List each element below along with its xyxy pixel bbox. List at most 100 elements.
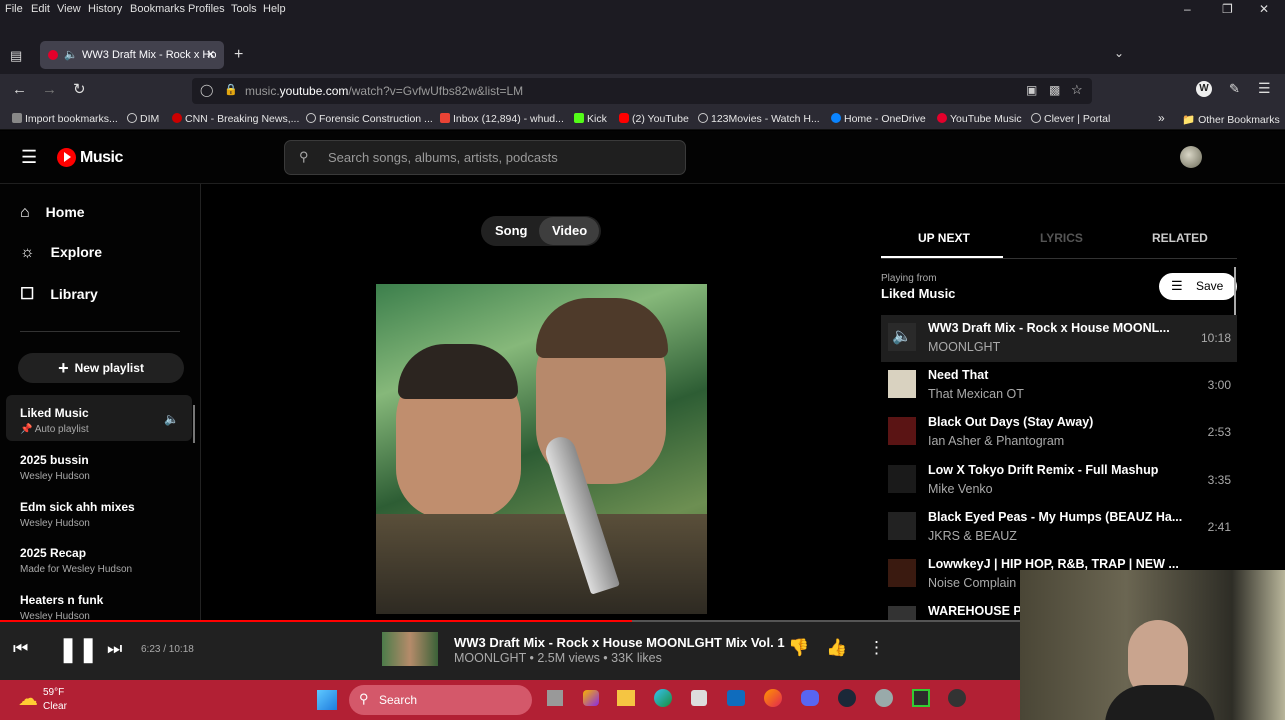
lock-icon[interactable]: 🔒 — [224, 83, 238, 96]
bookmark-other[interactable]: 📁 Other Bookmarks — [1182, 113, 1280, 126]
bookmark-ytmusic[interactable]: YouTube Music — [937, 113, 1022, 125]
firefox-icon[interactable] — [764, 689, 782, 707]
hamburger-menu-icon[interactable]: ☰ — [1258, 80, 1271, 97]
queue-item-artist[interactable]: JKRS & BEAUZ — [928, 529, 1017, 543]
tab-lyrics[interactable]: LYRICS — [1040, 231, 1083, 245]
playlist-liked-music[interactable]: Liked Music 📌 Auto playlist — [20, 406, 89, 435]
tab-list-chevron-icon[interactable]: ⌄ — [1114, 46, 1124, 60]
close-window-icon[interactable]: ✕ — [1259, 2, 1269, 16]
settings-icon[interactable] — [875, 689, 893, 707]
playing-from-source[interactable]: Liked Music — [881, 286, 955, 301]
windows-start-icon[interactable] — [317, 690, 337, 710]
bookmark-star-icon[interactable]: ☆ — [1071, 82, 1083, 98]
toggle-song[interactable]: Song — [495, 223, 528, 238]
minimize-icon[interactable]: – — [1184, 2, 1191, 16]
file-explorer-icon[interactable] — [617, 690, 635, 706]
menu-file[interactable]: File — [5, 3, 23, 15]
bookmark-dim[interactable]: DIM — [127, 113, 159, 125]
player-thumbnail[interactable] — [382, 632, 438, 666]
playlist-2025-bussin[interactable]: 2025 bussin Wesley Hudson — [20, 453, 90, 482]
tab-up-next[interactable]: UP NEXT — [918, 231, 970, 245]
toggle-video[interactable]: Video — [552, 223, 587, 238]
now-playing-speaker-icon[interactable]: 🔈 — [888, 323, 916, 351]
playlist-2025-recap[interactable]: 2025 Recap Made for Wesley Hudson — [20, 546, 132, 575]
restore-icon[interactable]: ❐ — [1222, 2, 1233, 16]
next-icon[interactable]: ⏭ — [107, 639, 122, 659]
firefox-view-icon[interactable]: ▤ — [10, 48, 22, 64]
task-view-icon[interactable] — [547, 690, 563, 706]
queue-thumbnail[interactable] — [888, 417, 916, 445]
save-page-icon[interactable]: ▩ — [1049, 83, 1060, 97]
nav-explore[interactable]: ☼ Explore — [20, 244, 102, 262]
bookmark-cnn[interactable]: CNN - Breaking News,... — [172, 113, 299, 125]
bookmark-youtube[interactable]: (2) YouTube — [619, 113, 689, 125]
queue-scrollbar[interactable] — [1234, 267, 1236, 315]
playlist-heaters[interactable]: Heaters n funk Wesley Hudson — [20, 593, 103, 622]
menu-tools[interactable]: Tools — [231, 3, 257, 15]
queue-item-artist[interactable]: Noise Complain — [928, 576, 1016, 590]
nav-library[interactable]: ☐ Library — [20, 284, 98, 304]
bookmark-forensic[interactable]: Forensic Construction ... — [306, 113, 433, 125]
queue-item-artist[interactable]: That Mexican OT — [928, 387, 1024, 401]
queue-item-artist[interactable]: MOONLGHT — [928, 340, 1000, 354]
store-icon[interactable] — [691, 690, 707, 706]
taskbar-search[interactable]: ⚲ Search — [349, 685, 532, 715]
bookmark-onedrive[interactable]: Home - OneDrive — [831, 113, 926, 125]
search-input[interactable]: ⚲ Search songs, albums, artists, podcast… — [284, 140, 686, 175]
copilot-icon[interactable] — [583, 690, 599, 706]
playlist-edm[interactable]: Edm sick ahh mixes Wesley Hudson — [20, 500, 135, 529]
discord-icon[interactable] — [801, 690, 819, 706]
bookmark-import[interactable]: Import bookmarks... — [12, 113, 118, 125]
like-icon[interactable]: 👍 — [826, 638, 847, 658]
url-bar[interactable]: ◯ 🔒 music.youtube.com/watch?v=GvfwUfbs82… — [192, 78, 1092, 104]
bookmark-kick[interactable]: Kick — [574, 113, 607, 125]
video-player[interactable] — [376, 284, 707, 614]
bookmark-clever[interactable]: Clever | Portal — [1031, 113, 1110, 125]
obs-icon[interactable] — [948, 689, 966, 707]
menu-history[interactable]: History — [88, 3, 122, 15]
menu-edit[interactable]: Edit — [31, 3, 50, 15]
bookmark-123movies[interactable]: 123Movies - Watch H... — [698, 113, 820, 125]
queue-thumbnail[interactable] — [888, 370, 916, 398]
save-queue-button[interactable]: ☰ Save — [1159, 273, 1237, 300]
forward-icon[interactable]: → — [42, 81, 57, 98]
shield-icon[interactable]: ◯ — [200, 83, 213, 97]
menu-bookmarks[interactable]: Bookmarks — [130, 3, 185, 15]
steam-icon[interactable] — [838, 689, 856, 707]
browser-tab[interactable]: 🔈 WW3 Draft Mix - Rock x Ho ✕ — [40, 41, 224, 69]
menu-view[interactable]: View — [57, 3, 81, 15]
dislike-icon[interactable]: 👎 — [788, 638, 809, 658]
previous-icon[interactable]: ⏮ — [13, 639, 28, 659]
queue-item[interactable]: Low X Tokyo Drift Remix - Full Mashup Mik… — [881, 457, 1237, 504]
avatar[interactable] — [1180, 146, 1202, 168]
new-tab-icon[interactable]: + — [234, 46, 243, 64]
more-options-icon[interactable]: ⋮ — [868, 638, 885, 658]
audio-playing-icon[interactable]: 🔈 — [64, 48, 78, 61]
pause-icon[interactable]: ❚❚ — [58, 635, 98, 664]
bookmarks-overflow-icon[interactable]: » — [1158, 111, 1165, 125]
queue-thumbnail[interactable] — [888, 512, 916, 540]
pip-icon[interactable]: ▣ — [1026, 83, 1037, 97]
nav-home[interactable]: ⌂ Home — [20, 204, 85, 222]
menu-profiles[interactable]: Profiles — [188, 3, 225, 15]
player-title[interactable]: WW3 Draft Mix - Rock x House MOONLGHT Mi… — [454, 635, 785, 650]
queue-thumbnail[interactable] — [888, 465, 916, 493]
reload-icon[interactable]: ↻ — [73, 80, 86, 98]
account-icon[interactable]: W — [1196, 81, 1212, 97]
edge-icon[interactable] — [654, 689, 672, 707]
extensions-icon[interactable]: ✎ — [1229, 81, 1240, 97]
ytm-logo-icon[interactable] — [57, 148, 76, 167]
menu-help[interactable]: Help — [263, 3, 286, 15]
back-icon[interactable]: ← — [12, 81, 27, 98]
queue-item-artist[interactable]: Mike Venko — [928, 482, 993, 496]
queue-thumbnail[interactable] — [888, 559, 916, 587]
queue-item-artist[interactable]: Ian Asher & Phantogram — [928, 434, 1064, 448]
ytm-logo-text[interactable]: Music — [80, 149, 123, 167]
close-tab-icon[interactable]: ✕ — [206, 48, 215, 61]
guide-menu-icon[interactable]: ☰ — [21, 147, 37, 168]
outlook-icon[interactable] — [727, 690, 745, 706]
terminal-icon[interactable] — [912, 689, 930, 707]
sidebar-scrollbar[interactable] — [193, 405, 195, 443]
queue-item[interactable]: 🔈 WW3 Draft Mix - Rock x House MOONL... MO… — [881, 315, 1237, 362]
queue-item[interactable]: Black Out Days (Stay Away) Ian Asher & Ph… — [881, 409, 1237, 456]
